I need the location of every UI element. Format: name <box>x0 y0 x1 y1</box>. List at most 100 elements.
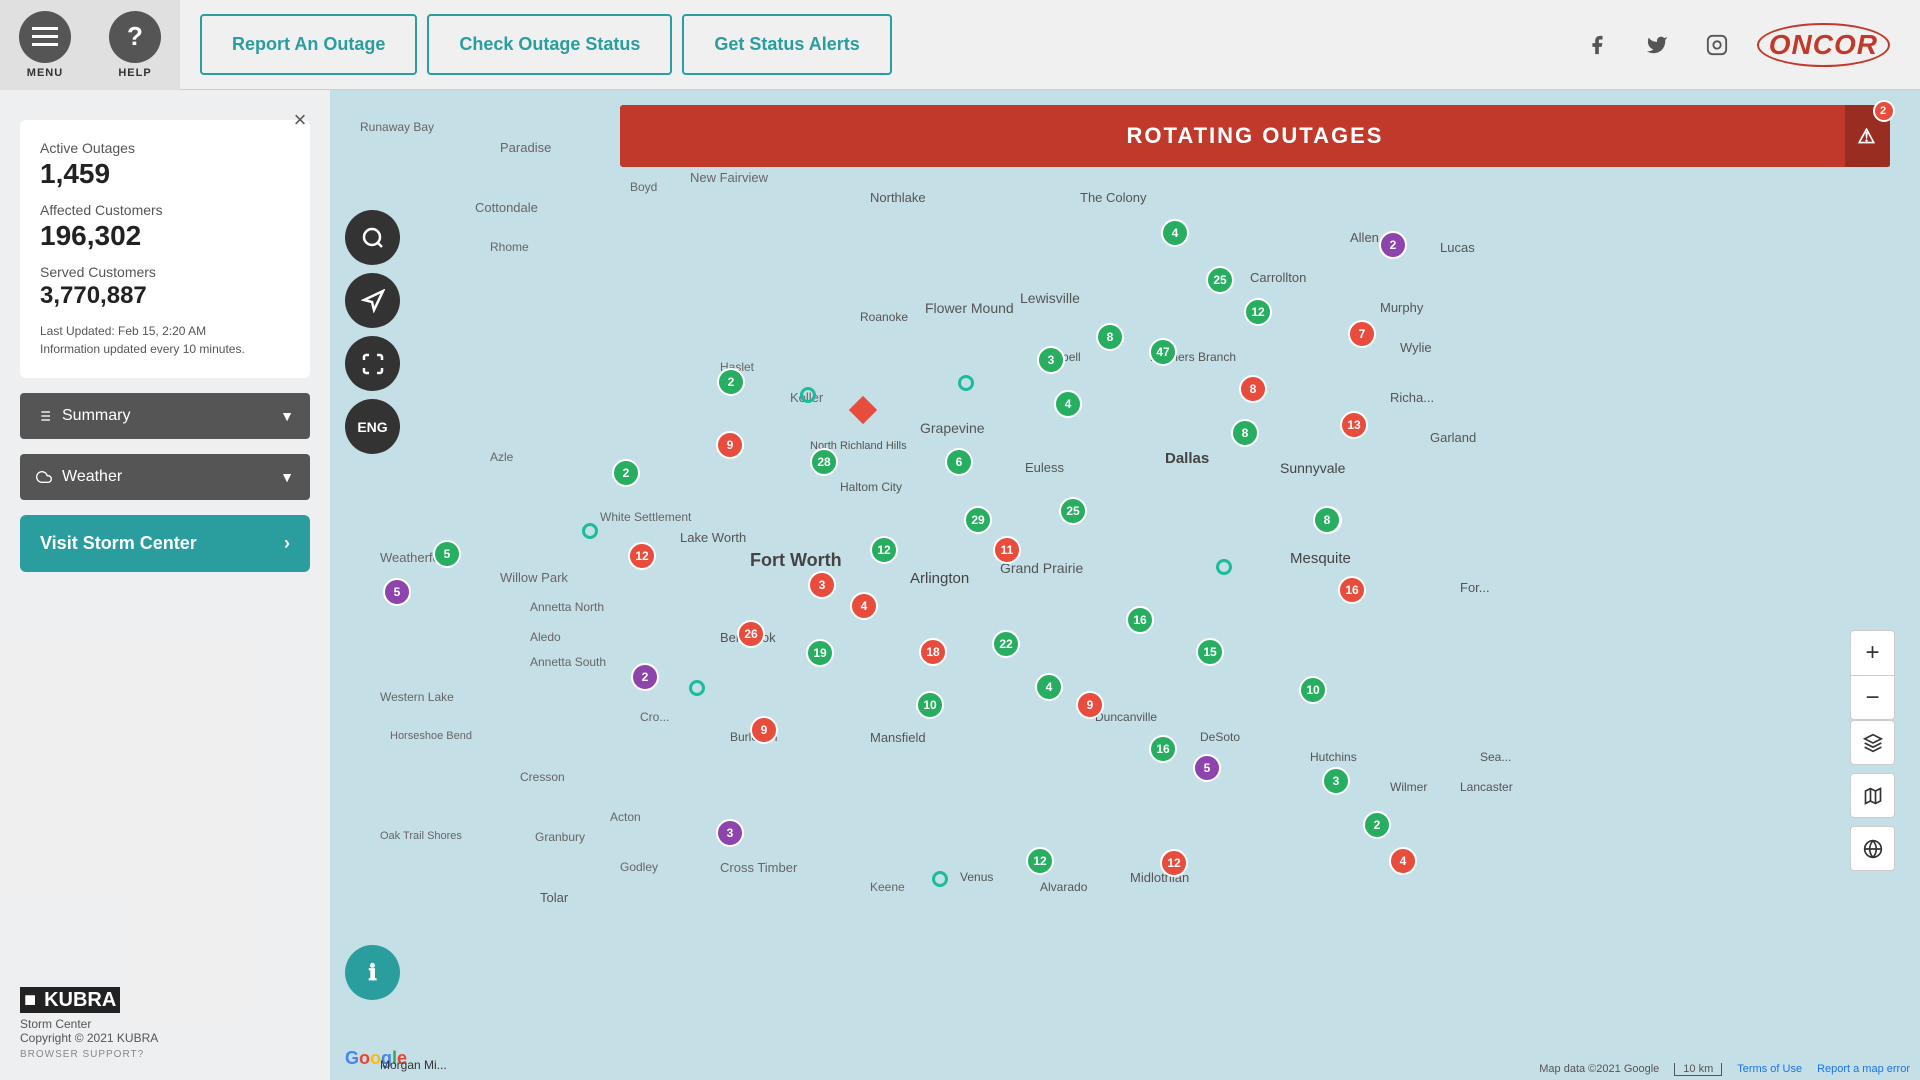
scale-indicator: 10 km <box>1674 1063 1722 1075</box>
teal-circle-marker[interactable] <box>1216 559 1232 575</box>
zoom-out-button[interactable]: − <box>1850 675 1895 720</box>
outage-marker[interactable]: 25 <box>1206 266 1234 294</box>
served-customers-label: Served Customers <box>40 264 290 280</box>
teal-circle-marker[interactable] <box>689 680 705 696</box>
outage-marker[interactable]: 18 <box>919 638 947 666</box>
teal-circle-marker[interactable] <box>800 387 816 403</box>
twitter-icon[interactable] <box>1637 25 1677 65</box>
storm-center-button[interactable]: Visit Storm Center › <box>20 515 310 572</box>
outage-marker[interactable]: 11 <box>993 536 1021 564</box>
outage-marker[interactable]: 12 <box>1026 847 1054 875</box>
summary-dropdown-button[interactable]: Summary ▼ <box>20 393 310 439</box>
outage-marker[interactable]: 3 <box>808 571 836 599</box>
storm-center-arrow-icon: › <box>284 533 290 554</box>
notification-badge: 2 <box>1873 100 1895 122</box>
outage-marker[interactable]: 5 <box>433 540 461 568</box>
outage-marker[interactable]: 8 <box>1096 323 1124 351</box>
outage-marker[interactable]: 15 <box>1196 638 1224 666</box>
outage-marker[interactable]: 2 <box>612 459 640 487</box>
instagram-icon[interactable] <box>1697 25 1737 65</box>
language-label: ENG <box>357 419 387 435</box>
outage-marker[interactable]: 25 <box>1059 497 1087 525</box>
outage-marker[interactable]: 7 <box>1348 320 1376 348</box>
weather-chevron-icon: ▼ <box>280 469 294 485</box>
outage-marker[interactable]: 3 <box>1037 346 1065 374</box>
outage-marker[interactable]: 29 <box>964 506 992 534</box>
get-alerts-button[interactable]: Get Status Alerts <box>682 14 891 75</box>
outage-marker[interactable]: 3 <box>1322 767 1350 795</box>
outage-marker[interactable]: 8 <box>1239 375 1267 403</box>
terms-link[interactable]: Terms of Use <box>1737 1063 1802 1075</box>
outage-marker[interactable]: 2 <box>717 368 745 396</box>
outage-marker[interactable]: 4 <box>1161 219 1189 247</box>
outage-marker[interactable]: 12 <box>870 536 898 564</box>
check-status-button[interactable]: Check Outage Status <box>427 14 672 75</box>
morgan-label: Morgan Mi... <box>380 1058 447 1072</box>
map-type-button[interactable] <box>1850 773 1895 818</box>
outage-marker[interactable]: 5 <box>1193 754 1221 782</box>
teal-circle-marker[interactable] <box>582 523 598 539</box>
affected-customers-label: Affected Customers <box>40 202 290 218</box>
outage-marker[interactable]: 9 <box>716 431 744 459</box>
outage-marker[interactable]: 9 <box>750 716 778 744</box>
outage-marker[interactable]: 10 <box>916 691 944 719</box>
outage-marker[interactable]: 16 <box>1338 576 1366 604</box>
outage-marker[interactable]: 8 <box>1231 419 1259 447</box>
globe-button[interactable] <box>1850 826 1895 871</box>
outage-marker[interactable]: 16 <box>1126 606 1154 634</box>
outage-marker[interactable]: 12 <box>628 542 656 570</box>
outage-marker[interactable]: 9 <box>1076 691 1104 719</box>
facebook-icon[interactable] <box>1577 25 1617 65</box>
location-button[interactable] <box>345 273 400 328</box>
outage-marker[interactable]: 4 <box>1054 390 1082 418</box>
menu-label: MENU <box>27 67 63 79</box>
storm-center-label: Visit Storm Center <box>40 533 197 554</box>
rotating-outages-text: ROTATING OUTAGES <box>1127 123 1384 149</box>
browser-support-link[interactable]: BROWSER SUPPORT? <box>20 1049 310 1060</box>
storm-center-text: Storm Center <box>20 1017 310 1031</box>
zoom-in-button[interactable]: + <box>1850 630 1895 675</box>
weather-label: Weather <box>62 468 122 486</box>
fullscreen-button[interactable] <box>345 336 400 391</box>
outage-marker[interactable]: 26 <box>737 620 765 648</box>
outage-marker[interactable]: 4 <box>1035 673 1063 701</box>
outage-marker[interactable]: 8 <box>1313 506 1341 534</box>
outage-marker[interactable]: 5 <box>383 578 411 606</box>
menu-icon <box>19 11 71 63</box>
search-map-button[interactable] <box>345 210 400 265</box>
affected-customers-value: 196,302 <box>40 220 290 252</box>
summary-btn-left: Summary <box>36 407 130 425</box>
outage-marker[interactable]: 4 <box>850 592 878 620</box>
info-button[interactable]: ℹ <box>345 945 400 1000</box>
outage-marker[interactable]: 12 <box>1160 849 1188 877</box>
close-sidebar-button[interactable]: × <box>285 105 315 135</box>
outage-marker[interactable]: 19 <box>806 639 834 667</box>
report-error-link[interactable]: Report a map error <box>1817 1063 1910 1075</box>
outage-marker[interactable]: 47 <box>1149 338 1177 366</box>
layers-button[interactable] <box>1850 720 1895 765</box>
outage-marker[interactable]: 2 <box>1363 811 1391 839</box>
outage-marker[interactable]: 10 <box>1299 676 1327 704</box>
weather-icon <box>36 469 52 485</box>
teal-circle-marker[interactable] <box>958 375 974 391</box>
teal-circle-marker[interactable] <box>932 871 948 887</box>
outage-marker[interactable]: 13 <box>1340 411 1368 439</box>
weather-dropdown-button[interactable]: Weather ▼ <box>20 454 310 500</box>
outage-marker[interactable]: 28 <box>810 448 838 476</box>
outage-marker[interactable]: 16 <box>1149 735 1177 763</box>
outage-marker[interactable]: 3 <box>716 819 744 847</box>
header-left: MENU ? HELP Report An Outage Check Outag… <box>0 0 892 90</box>
report-outage-button[interactable]: Report An Outage <box>200 14 417 75</box>
help-icon: ? <box>109 11 161 63</box>
help-button[interactable]: ? HELP <box>90 0 180 90</box>
language-button[interactable]: ENG <box>345 399 400 454</box>
menu-button[interactable]: MENU <box>0 0 90 90</box>
outage-marker[interactable]: 2 <box>631 663 659 691</box>
outage-marker[interactable]: 12 <box>1244 298 1272 326</box>
outage-marker[interactable]: 2 <box>1379 231 1407 259</box>
served-customers-value: 3,770,887 <box>40 282 290 310</box>
rotating-outages-banner: ROTATING OUTAGES ⚠ 2 <box>620 105 1890 167</box>
outage-marker[interactable]: 6 <box>945 448 973 476</box>
outage-marker[interactable]: 4 <box>1389 847 1417 875</box>
outage-marker[interactable]: 22 <box>992 630 1020 658</box>
